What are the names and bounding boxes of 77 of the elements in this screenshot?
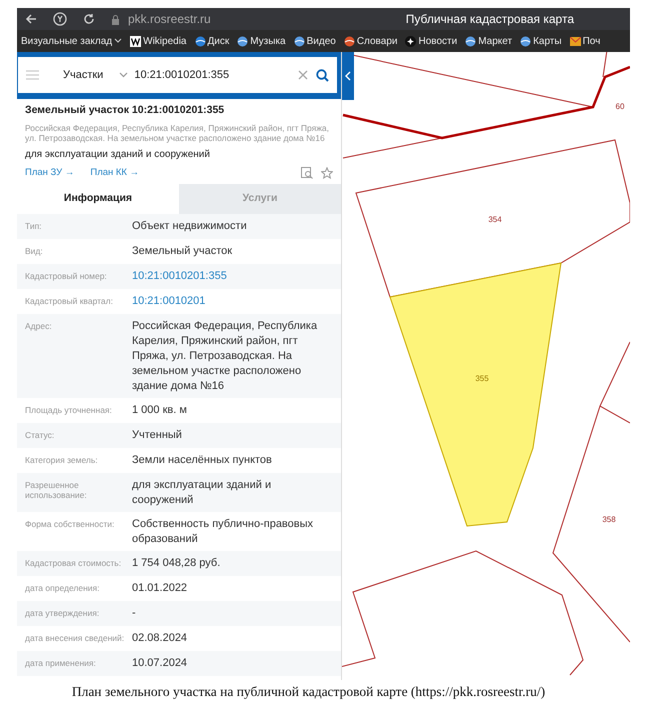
globe-icon <box>294 36 305 46</box>
field-value: - <box>132 606 137 622</box>
field-value: 1 000 кв. м <box>132 403 188 418</box>
parcel-number: 354 <box>488 215 502 224</box>
field-label: Категория земель: <box>25 454 99 468</box>
sparkle-icon <box>405 36 416 46</box>
bookmark-item[interactable]: Маркет <box>465 34 512 48</box>
field-value: Земельный участок <box>132 244 234 260</box>
bookmark-item[interactable]: Музыка <box>237 34 286 48</box>
field-value: 02.08.2024 <box>132 631 188 646</box>
plan-link[interactable]: План КК → <box>90 166 140 180</box>
field-link[interactable]: 10:21:0010201:355 <box>132 269 333 286</box>
caret-icon <box>114 38 122 44</box>
bookmark-item[interactable]: Поч <box>570 34 600 48</box>
chevron-down-icon <box>119 72 128 78</box>
bookmark-item[interactable]: Wikipedia <box>130 34 186 48</box>
field-label: дата применения: <box>25 657 97 670</box>
field-label: Адрес: <box>25 320 53 334</box>
globe-icon <box>520 36 532 46</box>
field-label: Кадастровый номер: <box>25 270 108 284</box>
parcel-purpose: для эксплуатации зданий и сооружений <box>25 148 211 162</box>
field-value: Учтенный <box>132 428 183 444</box>
field-label: Разрешенное использование: <box>25 479 88 502</box>
globe-icon <box>465 36 476 46</box>
field-label: дата утверждения: <box>25 607 100 620</box>
browser-logo-icon[interactable] <box>53 12 67 26</box>
field-value: Земли населённых пунктов <box>132 453 273 468</box>
bookmark-item[interactable]: Новости <box>405 34 458 48</box>
bookmark-item[interactable]: Диск <box>194 34 230 48</box>
bookmark-item[interactable]: Визуальные заклад <box>21 34 122 48</box>
parcel-number: 60 <box>616 102 624 111</box>
bookmark-item[interactable]: Видео <box>294 34 336 48</box>
field-value: 10.07.2024 <box>132 656 188 672</box>
collapse-panel-button[interactable] <box>342 52 354 100</box>
field-label: дата определения: <box>25 582 100 596</box>
image-caption: План земельного участка на публичной кадастровой карте (https://pkk.rosreestr.ru/) <box>70 683 546 701</box>
field-label: Вид: <box>25 245 44 258</box>
lock-icon <box>111 14 120 24</box>
back-icon[interactable] <box>25 13 37 25</box>
menu-icon[interactable] <box>26 70 39 80</box>
parcel-boundary-line <box>602 52 608 78</box>
field-value: Российская Федерация, Республика Карелия, Пряжинский район, пгт Пряжа, ул. Петрозаводская. На земельном участке расположено здание дома №16 <box>132 319 318 394</box>
search-field[interactable]: Участки 10:21:0010201:355 <box>18 57 337 93</box>
w-logo-icon <box>130 36 142 46</box>
field-label: дата внесения сведений: <box>25 632 126 646</box>
star-icon[interactable] <box>321 167 333 180</box>
field-label: Статус: <box>25 429 56 442</box>
globe-icon <box>237 36 248 46</box>
address-bar[interactable]: pkk.rosreestr.ru <box>128 10 211 28</box>
field-label: Тип: <box>25 220 43 234</box>
globe-icon <box>344 36 355 46</box>
field-value: 1 754 048,28 руб. <box>132 556 222 572</box>
search-icon[interactable] <box>316 68 329 82</box>
document-search-icon[interactable] <box>301 167 313 180</box>
bookmark-item[interactable]: Карты <box>520 34 562 48</box>
field-link[interactable]: 10:21:0010201 <box>132 294 333 310</box>
parcel-address: Российская Федерация, Республика Карелия, Пряжинский район, пгт Пряжа, ул. Петрозаводская. На земельном участке расположено здание дома №16 <box>25 122 330 144</box>
parcel-number: 358 <box>602 515 616 524</box>
parcel-title: Земельный участок 10:21:0010201:355 <box>25 103 226 118</box>
reload-icon[interactable] <box>83 13 95 25</box>
field-value: Собственность публично-правовых образований <box>132 517 314 548</box>
category-dropdown[interactable]: Участки <box>63 66 128 84</box>
clear-icon[interactable] <box>298 70 308 80</box>
field-value: 01.01.2022 <box>132 581 188 596</box>
envelope-icon <box>570 36 581 46</box>
field-label: Площадь уточненная: <box>25 404 113 418</box>
chevron-left-icon <box>345 71 351 81</box>
field-label: Кадастровый квартал: <box>25 295 114 308</box>
plan-link[interactable]: План ЗУ → <box>25 166 74 180</box>
field-value: для эксплуатации зданий и сооружений <box>132 478 272 508</box>
globe-icon <box>194 36 206 46</box>
page-title: Публичная кадастровая карта <box>406 11 574 28</box>
field-label: Форма собственности: <box>25 518 116 532</box>
parcel-number: 355 <box>475 374 489 383</box>
field-value: Объект недвижимости <box>132 219 248 234</box>
field-label: Кадастровая стоимость: <box>25 557 122 570</box>
bookmark-item[interactable]: Словари <box>344 34 398 48</box>
